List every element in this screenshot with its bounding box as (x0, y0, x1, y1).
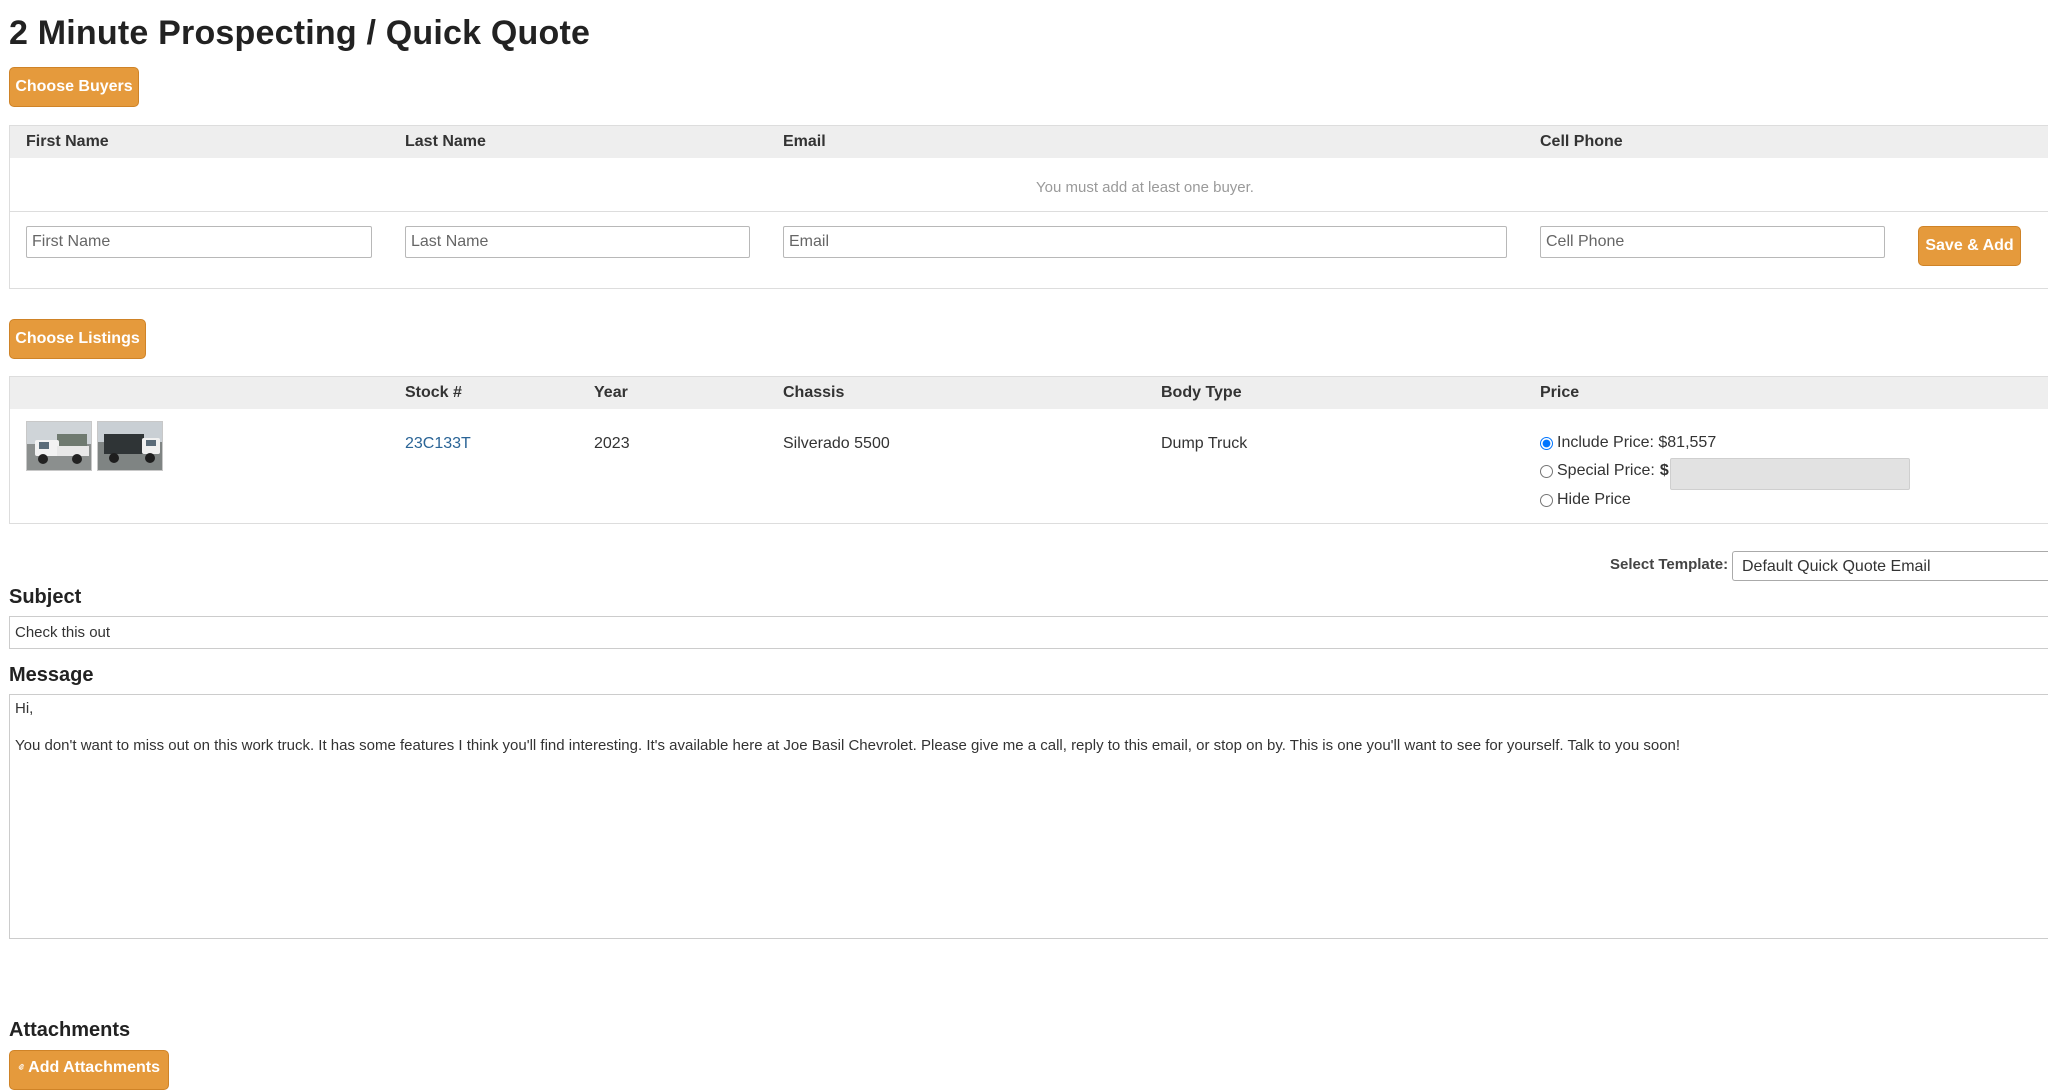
column-price: Price (1540, 384, 1580, 401)
column-last-name: Last Name (405, 133, 486, 150)
add-attachments-button[interactable]: Add Attachments (9, 1050, 169, 1090)
special-price-input[interactable] (1670, 458, 1910, 490)
hide-price-option[interactable]: Hide Price (1540, 491, 1631, 509)
include-price-option[interactable]: Include Price: $81,557 (1540, 434, 1716, 452)
column-first-name: First Name (26, 133, 109, 150)
no-buyers-notice: You must add at least one buyer. (1036, 179, 1254, 196)
divider (10, 211, 2048, 212)
hide-price-radio[interactable] (1540, 493, 1553, 507)
column-stock: Stock # (405, 384, 462, 401)
message-greeting: Hi, (15, 700, 34, 717)
special-price-option[interactable]: Special Price: $ (1540, 462, 1669, 480)
template-select[interactable]: Default Quick Quote Email (1732, 551, 2048, 581)
save-and-add-button[interactable]: Save & Add (1918, 226, 2021, 266)
listing-chassis: Silverado 5500 (783, 435, 890, 452)
subject-label: Subject (9, 586, 82, 608)
email-input[interactable] (783, 226, 1507, 258)
special-price-label: Special Price: (1557, 462, 1655, 479)
hide-price-label: Hide Price (1557, 491, 1631, 508)
truck-photo-icon (27, 422, 91, 470)
add-attachments-label: Add Attachments (28, 1059, 160, 1076)
buyers-table-header: First Name Last Name Email Cell Phone (10, 126, 2048, 158)
column-year: Year (594, 384, 628, 401)
message-label: Message (9, 664, 94, 686)
currency-symbol: $ (1659, 462, 1669, 479)
template-select-value: Default Quick Quote Email (1742, 558, 1931, 575)
listings-table-header: Stock # Year Chassis Body Type Price (10, 377, 2048, 409)
listing-body-type: Dump Truck (1161, 435, 1248, 452)
listing-photo[interactable] (97, 421, 163, 471)
listing-year: 2023 (594, 435, 630, 452)
column-body-type: Body Type (1161, 384, 1242, 401)
paperclip-icon (18, 1063, 24, 1070)
message-body: You don't want to miss out on this work … (15, 737, 1681, 754)
cell-phone-input[interactable] (1540, 226, 1885, 258)
stock-number-link[interactable]: 23C133T (405, 435, 471, 453)
choose-buyers-button[interactable]: Choose Buyers (9, 67, 139, 107)
column-email: Email (783, 133, 826, 150)
listing-photo[interactable] (26, 421, 92, 471)
column-cell-phone: Cell Phone (1540, 133, 1623, 150)
first-name-input[interactable] (26, 226, 372, 258)
listings-table: Stock # Year Chassis Body Type Price 23C (9, 376, 2048, 524)
page-title: 2 Minute Prospecting / Quick Quote (9, 14, 591, 52)
buyers-table: First Name Last Name Email Cell Phone Yo… (9, 125, 2048, 289)
attachments-label: Attachments (9, 1019, 131, 1041)
subject-input[interactable]: Check this out (9, 616, 2048, 649)
subject-value: Check this out (15, 624, 111, 641)
include-price-radio[interactable] (1540, 436, 1553, 450)
choose-listings-button[interactable]: Choose Listings (9, 319, 146, 359)
select-template-label: Select Template: (1610, 556, 1729, 573)
last-name-input[interactable] (405, 226, 750, 258)
column-chassis: Chassis (783, 384, 845, 401)
message-textarea[interactable]: Hi, You don't want to miss out on this w… (9, 694, 2048, 939)
include-price-label: Include Price: $81,557 (1557, 434, 1717, 451)
special-price-radio[interactable] (1540, 464, 1553, 478)
truck-photo-icon (98, 422, 162, 470)
